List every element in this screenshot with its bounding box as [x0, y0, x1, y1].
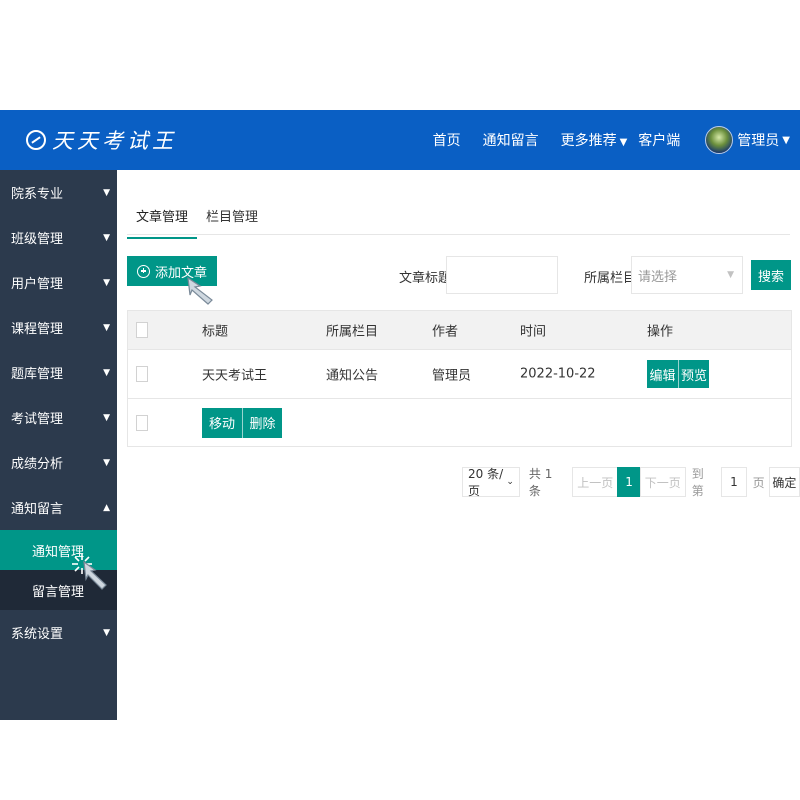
select-all-checkbox[interactable]	[136, 322, 148, 338]
delete-button[interactable]: 删除	[242, 407, 282, 438]
goto-label: 到第	[691, 467, 704, 498]
next-page-button[interactable]: 下一页	[639, 467, 686, 497]
nav-more-label: 更多推荐	[560, 133, 617, 149]
pagination: 20 条/页 ⌄ 共 1 条 上一页 1 下一页 到第 1 页 确定	[462, 467, 800, 498]
nav-home[interactable]: 首页	[433, 130, 461, 150]
caret-down-icon: ▼	[103, 367, 110, 378]
nav-client[interactable]: 客户端	[638, 130, 680, 150]
top-header: 天天考试王 首页 通知留言 更多推荐 ▼ 客户端 管理员 ▼	[0, 110, 800, 170]
tab-divider	[127, 234, 790, 235]
table-header: 标题 所属栏目 作者 时间 操作	[128, 311, 791, 349]
caret-down-icon: ▼	[103, 457, 110, 468]
row-column: 通知公告	[326, 368, 379, 384]
caret-down-icon: ▼	[103, 322, 110, 333]
page-size-select[interactable]: 20 条/页 ⌄	[462, 467, 520, 498]
table-footer: 移动 删除	[128, 398, 791, 446]
bulk-action-group: 移动 删除	[202, 407, 282, 438]
caret-down-icon: ▼	[103, 627, 110, 638]
nav-more[interactable]: 更多推荐 ▼	[561, 130, 628, 150]
preview-button[interactable]: 预览	[678, 360, 709, 388]
user-name: 管理员	[737, 133, 780, 149]
caret-down-icon: ▼	[103, 187, 110, 198]
sidebar-item-users[interactable]: 用户管理 ▼	[0, 260, 117, 305]
sidebar-item-label: 成绩分析	[11, 457, 64, 472]
edit-button[interactable]: 编辑	[647, 360, 678, 388]
sidebar-item-label: 考试管理	[11, 412, 64, 427]
move-button[interactable]: 移动	[202, 407, 242, 438]
sidebar-item-exams[interactable]: 考试管理 ▼	[0, 395, 117, 440]
sidebar-item-question-bank[interactable]: 题库管理 ▼	[0, 350, 117, 395]
page-1-button[interactable]: 1	[617, 467, 641, 497]
sidebar: 院系专业 ▼ 班级管理 ▼ 用户管理 ▼ 课程管理 ▼ 题库管理 ▼ 考试管理 ▼ 成绩分析…	[0, 170, 117, 720]
sidebar-item-departments[interactable]: 院系专业 ▼	[0, 170, 117, 215]
caret-down-icon: ▼	[103, 412, 110, 423]
row-checkbox[interactable]	[136, 366, 148, 382]
avatar	[705, 126, 734, 154]
column-header-actions: 操作	[647, 324, 674, 340]
sidebar-item-label: 课程管理	[11, 322, 64, 337]
main-content: 文章管理 栏目管理 添加文章 文章标题 所属栏目 请选择 ▼ 搜索 标题 所属栏…	[117, 170, 800, 720]
column-filter-label: 所属栏目	[584, 271, 637, 286]
nav-notices[interactable]: 通知留言	[483, 130, 539, 150]
page-size-value: 20 条/页	[468, 467, 504, 498]
caret-down-icon: ▼	[103, 277, 110, 288]
sidebar-item-label: 系统设置	[11, 627, 64, 642]
column-header-title: 标题	[202, 324, 229, 340]
sidebar-item-label: 班级管理	[11, 232, 64, 247]
caret-down-icon: ▼	[727, 270, 734, 280]
column-select-placeholder: 请选择	[638, 269, 678, 285]
caret-down-icon: ▼	[619, 137, 628, 148]
tab-article-management[interactable]: 文章管理	[127, 196, 198, 239]
table-row: 天天考试王 通知公告 管理员 2022-10-22 编辑 预览	[128, 349, 791, 398]
logo-text: 天天考试王	[52, 129, 177, 153]
sidebar-item-notices[interactable]: 通知留言 ▲	[0, 485, 117, 530]
sidebar-item-system-settings[interactable]: 系统设置 ▼	[0, 610, 117, 655]
article-table: 标题 所属栏目 作者 时间 操作 天天考试王 通知公告 管理员 2022-10-…	[127, 310, 792, 447]
column-header-time: 时间	[520, 324, 547, 340]
add-circle-icon	[137, 264, 150, 278]
footer-checkbox[interactable]	[136, 414, 148, 431]
top-nav: 首页 通知留言 更多推荐 ▼ 客户端 管理员 ▼	[422, 110, 790, 170]
sidebar-item-classes[interactable]: 班级管理 ▼	[0, 215, 117, 260]
row-action-group: 编辑 预览	[647, 360, 709, 388]
page-unit-label: 页	[752, 475, 765, 490]
total-count: 共 1 条	[528, 467, 553, 498]
user-menu[interactable]: 管理员 ▼	[705, 126, 790, 154]
title-filter-label: 文章标题	[399, 271, 452, 286]
sidebar-item-score-analysis[interactable]: 成绩分析 ▼	[0, 440, 117, 485]
column-header-author: 作者	[432, 324, 459, 340]
caret-down-icon: ⌄	[506, 477, 514, 487]
sidebar-item-label: 院系专业	[11, 187, 64, 202]
goto-page-input[interactable]: 1	[721, 467, 747, 497]
sidebar-item-label: 通知留言	[11, 502, 64, 517]
tab-column-management[interactable]: 栏目管理	[197, 196, 267, 239]
row-author: 管理员	[432, 368, 472, 384]
column-select[interactable]: 请选择 ▼	[631, 256, 743, 294]
caret-down-icon: ▼	[103, 232, 110, 243]
goto-confirm-button[interactable]: 确定	[768, 467, 800, 497]
app-window: 天天考试王 首页 通知留言 更多推荐 ▼ 客户端 管理员 ▼ 院系专业 ▼ 班级管理…	[0, 110, 800, 720]
title-search-input[interactable]	[446, 256, 558, 294]
column-header-column: 所属栏目	[326, 324, 379, 340]
row-title: 天天考试王	[202, 368, 268, 384]
caret-up-icon: ▲	[103, 502, 110, 513]
sidebar-subitem-label: 留言管理	[32, 584, 85, 600]
sidebar-item-label: 题库管理	[11, 367, 64, 382]
prev-page-button[interactable]: 上一页	[572, 467, 619, 497]
tab-bar: 文章管理 栏目管理	[127, 196, 267, 239]
sidebar-item-label: 用户管理	[11, 277, 64, 292]
caret-down-icon: ▼	[782, 134, 790, 146]
row-time: 2022-10-22	[520, 366, 596, 382]
logo-mark-icon	[26, 130, 46, 150]
logo[interactable]: 天天考试王	[26, 128, 177, 153]
search-button[interactable]: 搜索	[751, 260, 791, 290]
sidebar-item-courses[interactable]: 课程管理 ▼	[0, 305, 117, 350]
